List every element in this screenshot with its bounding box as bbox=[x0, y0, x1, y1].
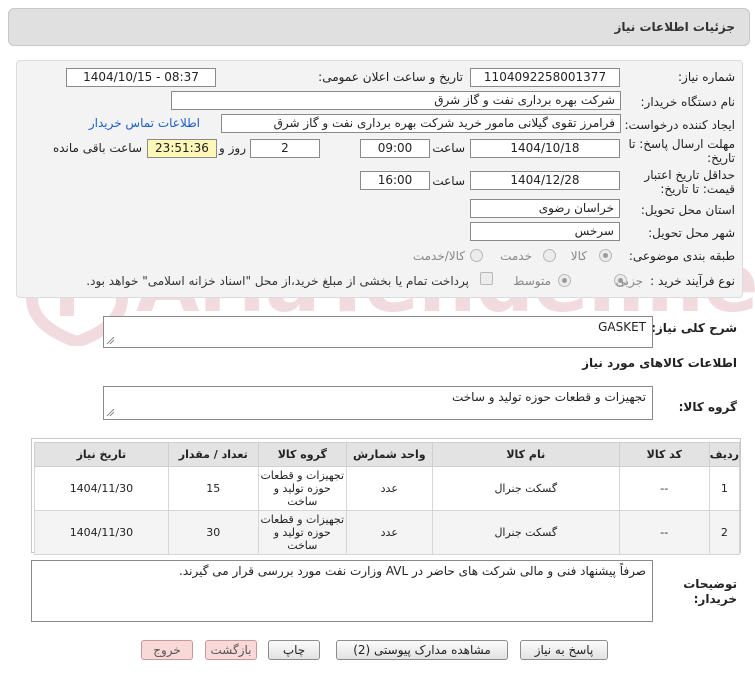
cell-qty: 30 bbox=[167, 510, 259, 555]
cell-name: گسکت جنرال bbox=[431, 466, 620, 511]
deadline-date-field: 1404/10/18 bbox=[470, 139, 620, 158]
col-qty: تعداد / مقدار bbox=[167, 442, 259, 467]
category-option-goods-service: کالا/خدمت bbox=[412, 249, 465, 263]
summary-text: GASKET bbox=[598, 320, 646, 334]
deadline-label: مهلت ارسال پاسخ: تا bbox=[628, 137, 735, 151]
col-name: نام کالا bbox=[431, 442, 620, 467]
col-row: ردیف bbox=[708, 442, 741, 467]
creator-label: ایجاد کننده درخواست: bbox=[624, 118, 735, 132]
col-date: تاریخ نیاز bbox=[34, 442, 169, 467]
cell-qty: 15 bbox=[167, 466, 259, 511]
category-radio-goods-service[interactable] bbox=[470, 249, 483, 262]
treasury-checkbox[interactable] bbox=[480, 272, 493, 285]
category-label: طبقه بندی موضوعی: bbox=[628, 249, 735, 263]
days-label: روز و bbox=[219, 141, 246, 155]
cell-row: 2 bbox=[708, 510, 741, 555]
creator-field: فرامرز تقوی گیلانی مامور خرید شرکت بهره … bbox=[221, 114, 621, 133]
city-label: شهر محل تحویل: bbox=[648, 226, 735, 240]
buyer-org-label: نام دستگاه خریدار: bbox=[640, 95, 736, 109]
table-row[interactable]: 1 -- گسکت جنرال عدد تجهیزات و قطعات حوزه… bbox=[34, 466, 741, 511]
announce-field: 1404/10/15 - 08:37 bbox=[66, 68, 216, 87]
cell-date: 1404/11/30 bbox=[34, 466, 169, 511]
buyer-notes-label-2: خریدار: bbox=[693, 592, 737, 606]
table-header-row: ردیف کد کالا نام کالا واحد شمارش گروه کا… bbox=[34, 442, 741, 467]
summary-field: GASKET bbox=[103, 316, 653, 348]
exit-button[interactable]: خروج bbox=[141, 640, 193, 660]
summary-label: شرح کلی نیاز: bbox=[651, 321, 737, 335]
process-option-minor: جزیی bbox=[615, 274, 643, 288]
need-number-field: 1104092258001377 bbox=[470, 68, 620, 87]
validity-time-label: ساعت bbox=[432, 174, 465, 188]
announce-label: تاریخ و ساعت اعلان عمومی: bbox=[318, 70, 463, 84]
cell-group: تجهیزات و قطعات حوزه تولید و ساخت bbox=[257, 510, 347, 555]
cell-unit: عدد bbox=[345, 466, 433, 511]
buyer-contact-link[interactable]: اطلاعات تماس خریدار bbox=[89, 116, 200, 130]
validity-label: حداقل تاریخ اعتبار bbox=[644, 168, 735, 182]
province-label: استان محل تحویل: bbox=[640, 203, 735, 217]
goods-info-title: اطلاعات کالاهای مورد نیاز bbox=[582, 356, 737, 370]
goods-group-field: تجهیزات و قطعات حوزه تولید و ساخت bbox=[103, 386, 653, 420]
province-field: خراسان رضوی bbox=[470, 199, 620, 218]
reply-button[interactable]: پاسخ به نیاز bbox=[520, 640, 608, 660]
goods-group-text: تجهیزات و قطعات حوزه تولید و ساخت bbox=[451, 390, 646, 404]
category-option-goods: کالا bbox=[570, 249, 587, 263]
cell-code: -- bbox=[618, 466, 710, 511]
validity-label-date: قیمت: تا تاریخ: bbox=[660, 182, 735, 196]
buyer-notes-label: توضیحات bbox=[683, 577, 737, 591]
col-group: گروه کالا bbox=[257, 442, 347, 467]
city-field: سرخس bbox=[470, 222, 620, 241]
cell-name: گسکت جنرال bbox=[431, 510, 620, 555]
category-option-service: خدمت bbox=[500, 249, 532, 263]
resize-grip-icon[interactable] bbox=[106, 336, 115, 345]
cell-unit: عدد bbox=[345, 510, 433, 555]
remaining-time-field: 23:51:36 bbox=[147, 139, 217, 158]
buyer-org-field: شرکت بهره برداری نفت و گاز شرق bbox=[171, 91, 621, 110]
cell-date: 1404/11/30 bbox=[34, 510, 169, 555]
col-code: کد کالا bbox=[618, 442, 710, 467]
category-radio-service[interactable] bbox=[543, 249, 556, 262]
buyer-notes-text: صرفاً پیشنهاد فنی و مالی شرکت های حاضر د… bbox=[179, 564, 646, 578]
deadline-time-label: ساعت bbox=[432, 141, 465, 155]
deadline-time-field: 09:00 bbox=[360, 139, 430, 158]
goods-group-label: گروه کالا: bbox=[678, 400, 737, 414]
process-radio-medium[interactable] bbox=[558, 274, 571, 287]
items-table-container: ردیف کد کالا نام کالا واحد شمارش گروه کا… bbox=[31, 438, 741, 555]
header-bar: جزئیات اطلاعات نیاز bbox=[8, 8, 750, 46]
payment-note: پرداخت تمام یا بخشی از مبلغ خرید،از محل … bbox=[86, 274, 469, 288]
table-row[interactable]: 2 -- گسکت جنرال عدد تجهیزات و قطعات حوزه… bbox=[34, 510, 741, 555]
cell-group: تجهیزات و قطعات حوزه تولید و ساخت bbox=[257, 466, 347, 511]
resize-grip-icon[interactable] bbox=[106, 408, 115, 417]
print-button[interactable]: چاپ bbox=[268, 640, 320, 660]
cell-row: 1 bbox=[708, 466, 741, 511]
validity-time-field: 16:00 bbox=[360, 171, 430, 190]
days-remaining-field: 2 bbox=[250, 139, 320, 158]
process-label: نوع فرآیند خرید : bbox=[650, 274, 735, 288]
attachments-button[interactable]: مشاهده مدارک پیوستی (2) bbox=[336, 640, 508, 660]
validity-date-field: 1404/12/28 bbox=[470, 171, 620, 190]
back-button[interactable]: بازگشت bbox=[205, 640, 257, 660]
deadline-label-date: تاریخ: bbox=[707, 151, 735, 165]
need-details-page: AriaTender.neT جزئیات اطلاعات نیاز شماره… bbox=[0, 0, 755, 678]
cell-code: -- bbox=[618, 510, 710, 555]
items-table: ردیف کد کالا نام کالا واحد شمارش گروه کا… bbox=[34, 442, 741, 555]
category-radio-goods[interactable] bbox=[599, 249, 612, 262]
page-title: جزئیات اطلاعات نیاز bbox=[614, 20, 735, 34]
need-number-label: شماره نیاز: bbox=[678, 70, 735, 84]
remaining-label: ساعت باقی مانده bbox=[52, 141, 142, 155]
buyer-notes-field: صرفاً پیشنهاد فنی و مالی شرکت های حاضر د… bbox=[31, 560, 653, 622]
col-unit: واحد شمارش bbox=[345, 442, 433, 467]
process-option-medium: متوسط bbox=[513, 274, 551, 288]
